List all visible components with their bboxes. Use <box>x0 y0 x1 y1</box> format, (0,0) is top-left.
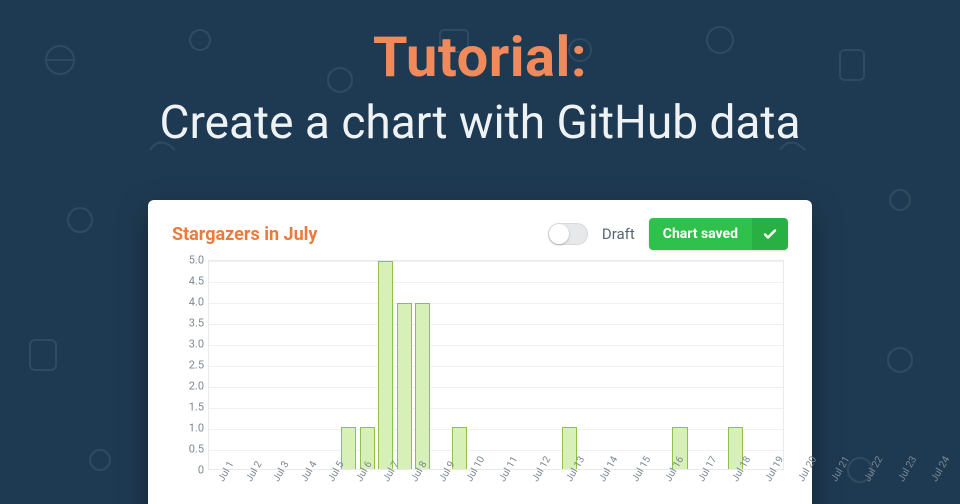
y-tick-label: 3.0 <box>178 338 204 351</box>
bar-slot <box>744 261 762 469</box>
bar-slot <box>708 261 726 469</box>
x-tick-label: Jul 10 <box>456 470 489 504</box>
chart-saved-label: Chart saved <box>649 218 752 250</box>
card-header: Stargazers in July Draft Chart saved <box>172 218 788 250</box>
y-tick-label: 5.0 <box>178 254 204 267</box>
x-tick-label: Jul 2 <box>236 470 264 504</box>
x-tick-label: Jul 12 <box>522 470 555 504</box>
bar-slot <box>266 261 284 469</box>
x-tick-label: Jul 16 <box>655 470 688 504</box>
bar-slot <box>377 261 395 469</box>
chart-title: Stargazers in July <box>172 224 534 245</box>
draft-label: Draft <box>602 225 635 243</box>
bar-slot <box>321 261 339 469</box>
bar-slot <box>616 261 634 469</box>
check-icon <box>752 218 788 250</box>
x-tick-label: Jul 23 <box>888 470 921 504</box>
heading-tutorial: Tutorial: <box>0 24 960 90</box>
bar-slot <box>450 261 468 469</box>
x-axis-labels: Jul 1Jul 2Jul 3Jul 4Jul 5Jul 6Jul 7Jul 8… <box>208 470 784 504</box>
bar-slot <box>432 261 450 469</box>
page-heading: Tutorial: Create a chart with GitHub dat… <box>0 0 960 150</box>
bar[interactable] <box>415 303 430 469</box>
bar-slot <box>763 261 781 469</box>
bar[interactable] <box>378 261 393 469</box>
chart-saved-button[interactable]: Chart saved <box>649 218 788 250</box>
bar-container <box>209 261 783 469</box>
x-tick-label: Jul 1 <box>208 470 236 504</box>
x-tick-label: Jul 13 <box>556 470 589 504</box>
x-tick-label: Jul 11 <box>489 470 522 504</box>
y-tick-label: 4.0 <box>178 296 204 309</box>
bar-slot <box>248 261 266 469</box>
bar-slot <box>689 261 707 469</box>
y-tick-label: 0.5 <box>178 443 204 456</box>
bar-slot <box>579 261 597 469</box>
heading-subtitle: Create a chart with GitHub data <box>0 96 960 150</box>
bar-slot <box>340 261 358 469</box>
x-tick-label: Jul 3 <box>263 470 291 504</box>
bar-slot <box>505 261 523 469</box>
bar-slot <box>542 261 560 469</box>
bar-slot <box>671 261 689 469</box>
x-tick-label: Jul 19 <box>755 470 788 504</box>
chart-card: Stargazers in July Draft Chart saved 0 0.… <box>148 200 812 504</box>
x-tick-label: Jul 4 <box>291 470 319 504</box>
x-tick-label: Jul 8 <box>401 470 429 504</box>
x-tick-label: Jul 7 <box>373 470 401 504</box>
x-tick-label: Jul 9 <box>429 470 457 504</box>
x-tick-label: Jul 18 <box>722 470 755 504</box>
bar-slot <box>634 261 652 469</box>
y-tick-label: 2.0 <box>178 380 204 393</box>
x-tick-label: Jul 25 <box>954 470 960 504</box>
chart-area: 00.51.01.52.02.53.03.54.04.55.0 Jul 1Jul… <box>178 260 788 504</box>
x-tick-label: Jul 17 <box>688 470 721 504</box>
y-tick-label: 1.5 <box>178 401 204 414</box>
bar-slot <box>285 261 303 469</box>
y-tick-label: 3.5 <box>178 317 204 330</box>
bar-slot <box>560 261 578 469</box>
x-tick-label: Jul 5 <box>318 470 346 504</box>
x-tick-label: Jul 24 <box>921 470 954 504</box>
y-tick-label: 4.5 <box>178 275 204 288</box>
bar-slot <box>652 261 670 469</box>
bar-slot <box>229 261 247 469</box>
bar-slot <box>597 261 615 469</box>
y-tick-label: 2.5 <box>178 359 204 372</box>
draft-toggle[interactable] <box>548 223 588 245</box>
bar-slot <box>726 261 744 469</box>
bar-slot <box>413 261 431 469</box>
x-tick-label: Jul 22 <box>854 470 887 504</box>
x-tick-label: Jul 6 <box>346 470 374 504</box>
bar[interactable] <box>397 303 412 469</box>
bar-slot <box>524 261 542 469</box>
x-tick-label: Jul 14 <box>589 470 622 504</box>
toggle-knob <box>549 224 569 244</box>
chart-plot <box>208 260 784 470</box>
bar-slot <box>487 261 505 469</box>
x-tick-label: Jul 20 <box>788 470 821 504</box>
y-tick-label: 0 <box>178 464 204 477</box>
x-tick-label: Jul 21 <box>821 470 854 504</box>
x-tick-label: Jul 15 <box>622 470 655 504</box>
bar-slot <box>395 261 413 469</box>
bar-slot <box>303 261 321 469</box>
y-tick-label: 1.0 <box>178 422 204 435</box>
bar-slot <box>358 261 376 469</box>
bar-slot <box>468 261 486 469</box>
bar-slot <box>211 261 229 469</box>
